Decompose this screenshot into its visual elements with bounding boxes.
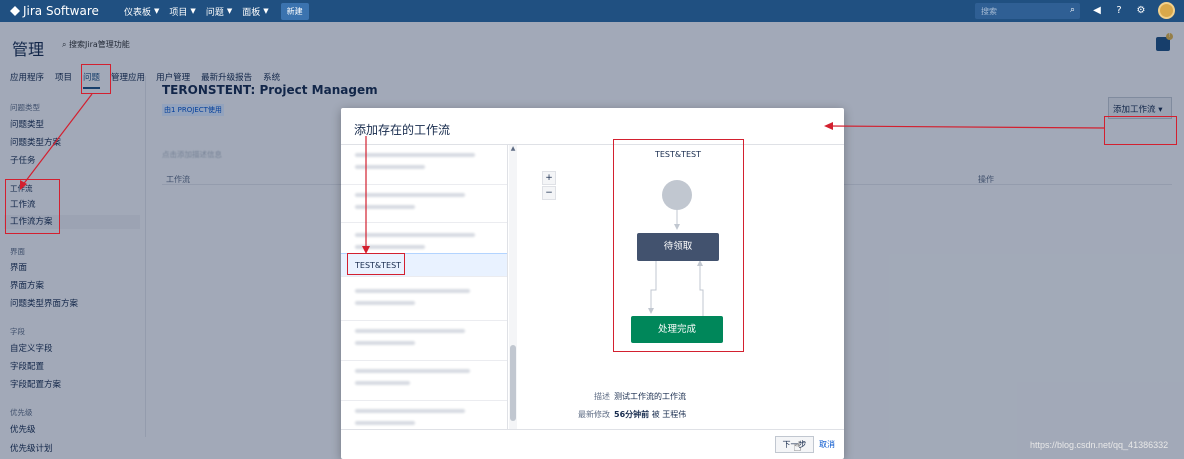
annotation-arrows [20,93,1105,254]
